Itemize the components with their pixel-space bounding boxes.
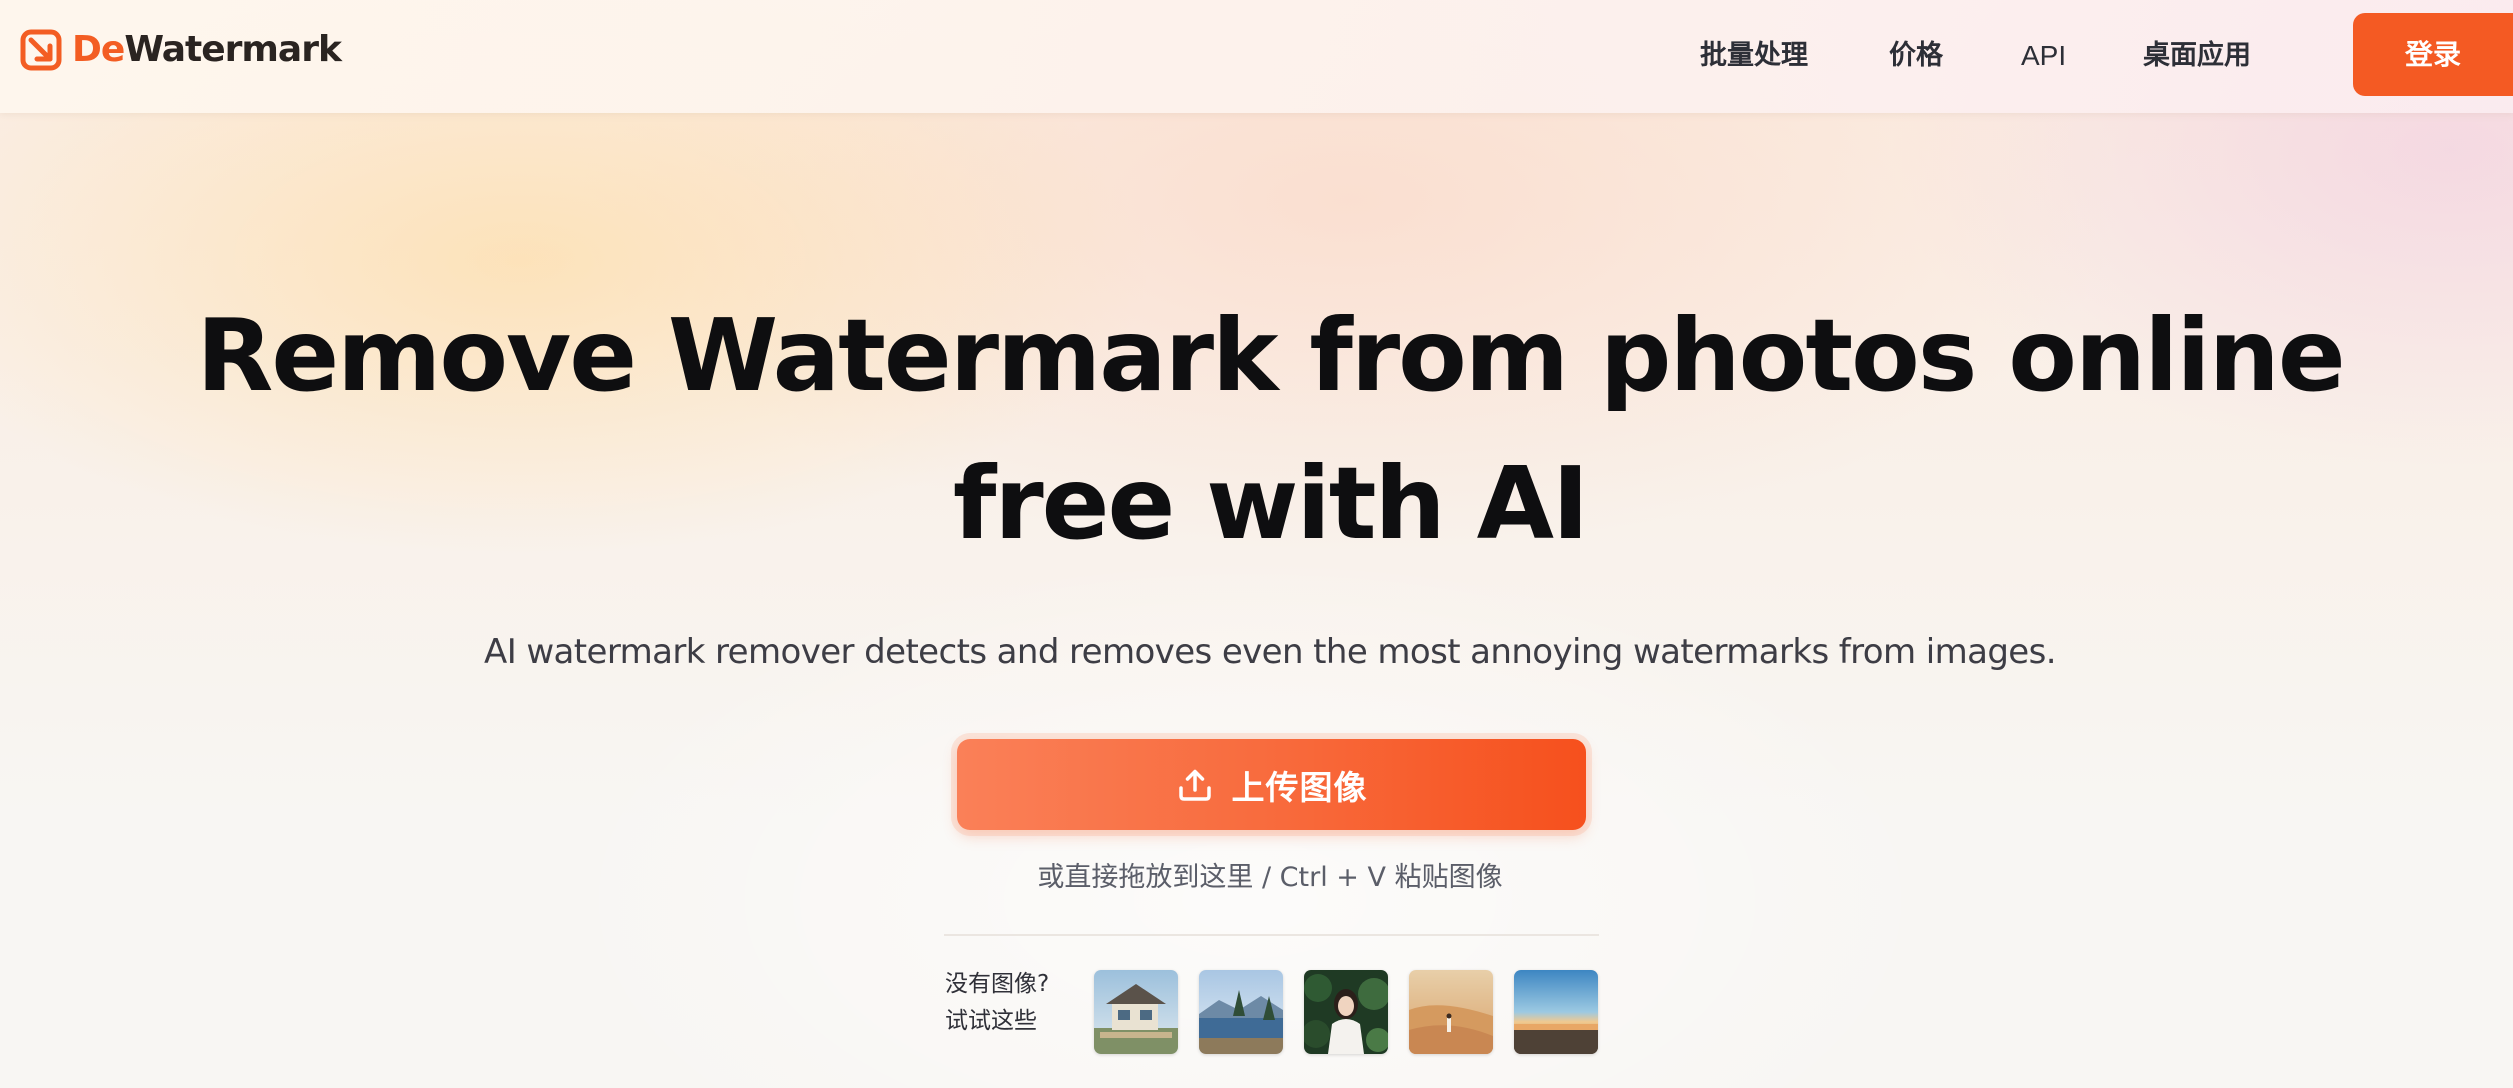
sample-image-sunset-sea[interactable] (1514, 970, 1598, 1054)
hero-title: Remove Watermark from photos online free… (0, 282, 2513, 578)
sample-image-woman[interactable] (1304, 970, 1388, 1054)
watermark-eraser-icon (20, 29, 62, 71)
upload-image-button[interactable]: 上传图像 (957, 739, 1586, 830)
upload-icon (1178, 769, 1211, 801)
sample-image-lake[interactable] (1199, 970, 1283, 1054)
top-header: DeWatermark 批量处理 价格 API 桌面应用 登录 (0, 0, 2513, 113)
nav-pricing[interactable]: 价格 (1889, 36, 1943, 76)
brand-name: DeWatermark (72, 29, 342, 70)
brand-name-rest: Watermark (124, 29, 342, 70)
house-photo (1094, 970, 1178, 1054)
sample-label-line-2: 试试这些 (945, 1008, 1037, 1034)
desert-photo (1409, 970, 1493, 1054)
hero-title-line-1: Remove Watermark from photos online (196, 297, 2345, 414)
login-button[interactable]: 登录 (2353, 13, 2513, 96)
nav-api[interactable]: API (2021, 36, 2066, 76)
brand-logo[interactable]: DeWatermark (20, 26, 342, 74)
nav-desktop-app[interactable]: 桌面应用 (2143, 36, 2251, 76)
sample-images-label: 没有图像? 试试这些 (945, 966, 1085, 1040)
sample-label-line-1: 没有图像? (945, 971, 1050, 997)
drop-paste-hint: 或直接拖放到这里 / Ctrl + V 粘贴图像 (1037, 862, 1503, 893)
sample-image-house[interactable] (1094, 970, 1178, 1054)
hero-title-line-2: free with AI (952, 445, 1589, 562)
sunset-sea-photo (1514, 970, 1598, 1054)
lake-photo (1199, 970, 1283, 1054)
samples-divider (944, 934, 1599, 936)
nav-batch-processing[interactable]: 批量处理 (1700, 36, 1808, 76)
upload-button-label: 上传图像 (1231, 767, 1368, 807)
sample-image-desert[interactable] (1409, 970, 1493, 1054)
hero-subtitle: AI watermark remover detects and removes… (484, 632, 2057, 672)
brand-name-accent: De (72, 29, 125, 70)
woman-photo (1304, 970, 1388, 1054)
